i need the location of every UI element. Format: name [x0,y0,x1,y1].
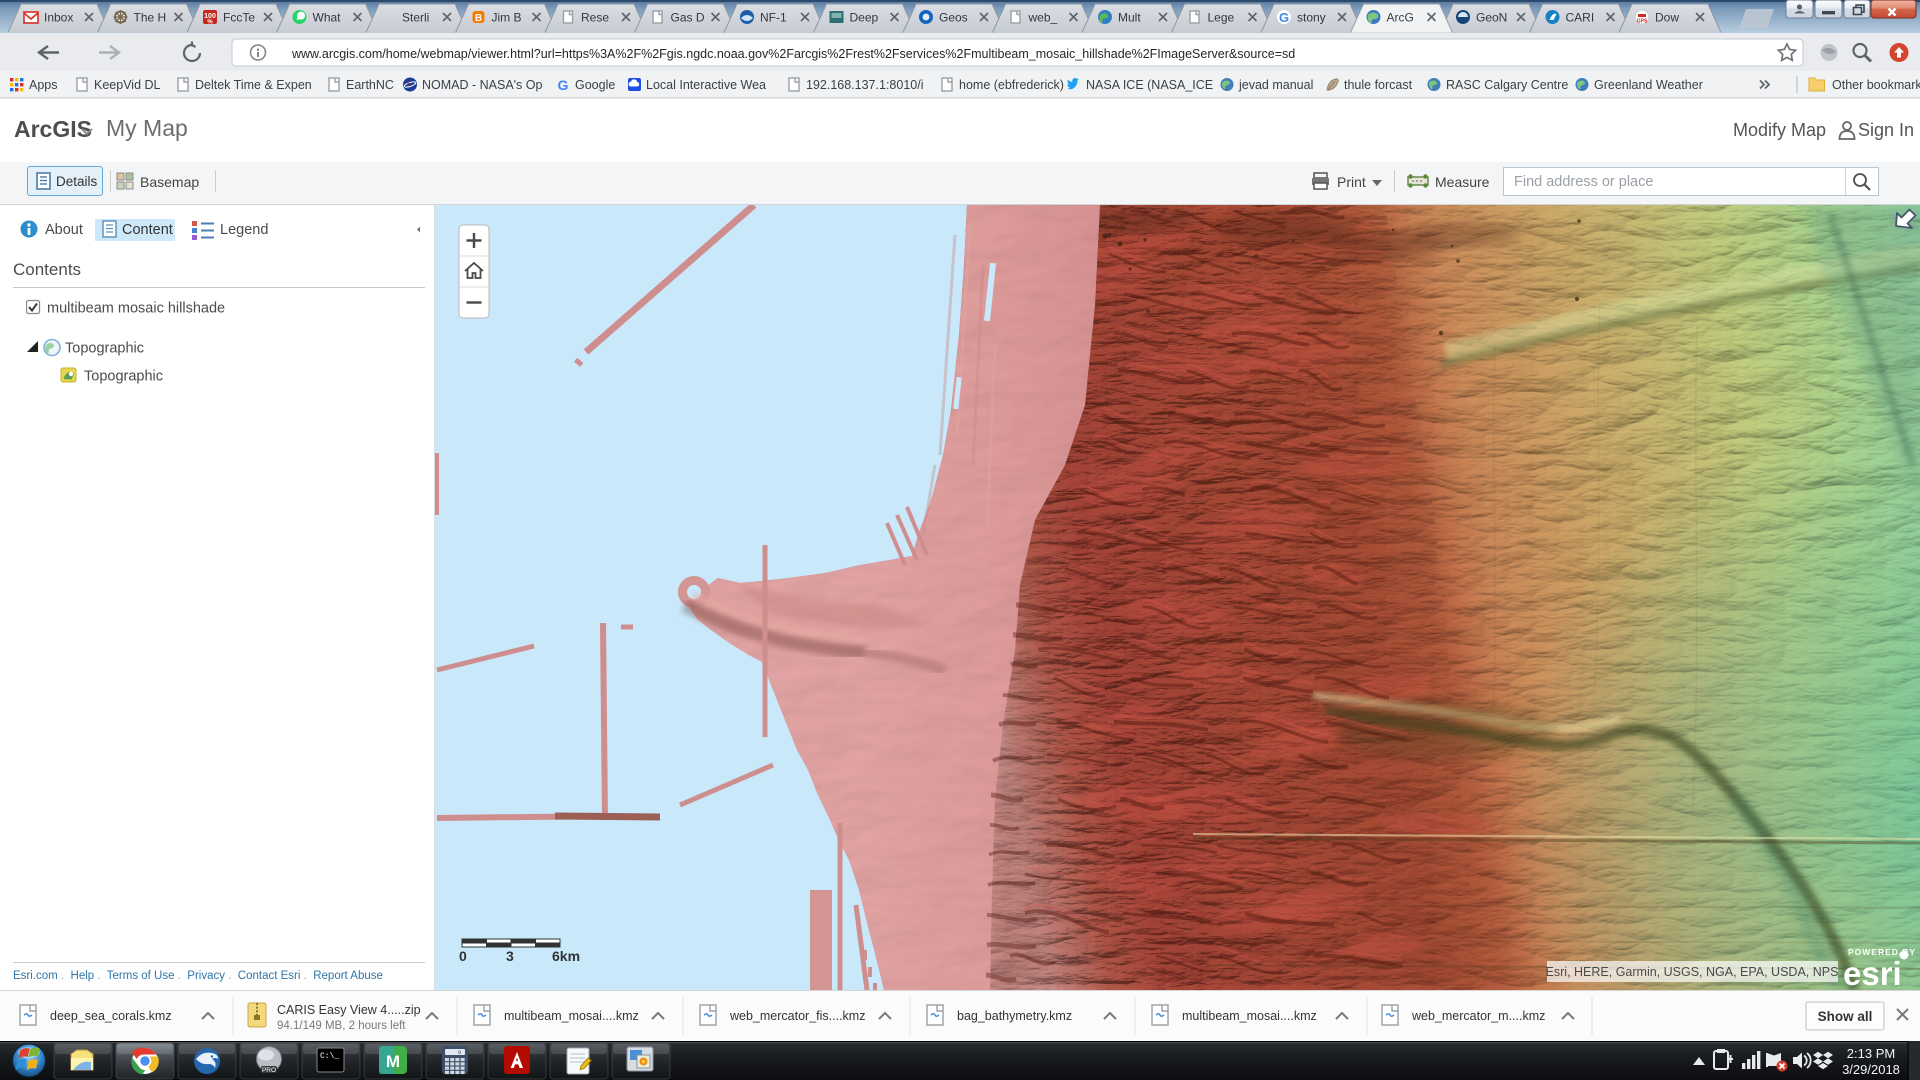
svg-text:Topographic: Topographic [84,369,163,385]
svg-text:Sterli: Sterli [402,11,429,25]
svg-text:thule forcast: thule forcast [1344,78,1413,92]
svg-text:0: 0 [459,948,467,964]
svg-text:192.168.137.1:8010/i: 192.168.137.1:8010/i [806,78,923,92]
svg-text:B: B [475,13,482,24]
svg-text:Lege: Lege [1208,11,1235,25]
svg-text:Inbox: Inbox [44,11,73,25]
svg-text:3: 3 [506,948,514,964]
svg-text:94.1/149 MB, 2 hours left: 94.1/149 MB, 2 hours left [277,1020,406,1032]
svg-text:6km: 6km [552,948,580,964]
svg-text:M: M [386,1052,400,1071]
svg-text:Legend: Legend [220,222,268,238]
svg-text:Topographic: Topographic [65,341,144,357]
svg-text:What: What [313,11,342,25]
svg-text:multibeam_mosai....kmz: multibeam_mosai....kmz [1182,1009,1317,1023]
svg-text:The H: The H [134,11,167,25]
svg-text:GeoN: GeoN [1476,11,1507,25]
svg-text:www.arcgis.com/home/webmap/vie: www.arcgis.com/home/webmap/viewer.html?u… [291,47,1295,61]
svg-text:NOMAD - NASA's Op: NOMAD - NASA's Op [422,78,543,92]
svg-text:web_mercator_fis....kmz: web_mercator_fis....kmz [729,1009,865,1023]
svg-text:multibeam mosaic hillshade: multibeam mosaic hillshade [47,301,225,317]
svg-text:bag_bathymetry.kmz: bag_bathymetry.kmz [957,1009,1072,1023]
svg-text:Local Interactive Wea: Local Interactive Wea [646,78,766,92]
svg-text:ArcG: ArcG [1387,11,1414,25]
svg-text:stony: stony [1297,11,1326,25]
svg-text:GPS: GPS [1637,19,1648,25]
svg-text:NF-1: NF-1 [760,11,787,25]
svg-text:Content: Content [122,222,173,238]
svg-text:jevad manual: jevad manual [1238,78,1313,92]
svg-text:CARI: CARI [1566,11,1595,25]
svg-text:Dow: Dow [1655,11,1679,25]
svg-text:FccTe: FccTe [223,11,255,25]
svg-text:About: About [45,222,83,238]
svg-text:Gas D: Gas D [671,11,705,25]
svg-text:Geos: Geos [939,11,968,25]
svg-text:PRO: PRO [262,1067,276,1074]
svg-text:EarthNC: EarthNC [346,78,394,92]
svg-text:Deep: Deep [850,11,879,25]
svg-text:CARIS Easy View 4.....zip: CARIS Easy View 4.....zip [277,1003,421,1017]
svg-text:NASA ICE (NASA_ICE: NASA ICE (NASA_ICE [1086,78,1213,92]
svg-text:G: G [558,77,569,93]
svg-text:G: G [1279,10,1289,25]
svg-text:0: 0 [458,1050,461,1056]
svg-text:3/29/2018: 3/29/2018 [1842,1062,1900,1077]
svg-text:Jim B: Jim B [492,11,522,25]
svg-text:multibeam_mosai....kmz: multibeam_mosai....kmz [504,1009,639,1023]
svg-text:%: % [207,20,213,26]
svg-text:Esri, HERE, Garmin, USGS, NGA,: Esri, HERE, Garmin, USGS, NGA, EPA, USDA… [1546,965,1839,979]
svg-text:web_mercator_m....kmz: web_mercator_m....kmz [1411,1009,1545,1023]
svg-text:Show all: Show all [1818,1009,1873,1024]
svg-text:Rese: Rese [581,11,609,25]
svg-text:Other bookmarks: Other bookmarks [1832,78,1920,92]
svg-text:web_: web_ [1028,11,1058,25]
svg-text:KeepVid DL: KeepVid DL [94,78,161,92]
svg-text:deep_sea_corals.kmz: deep_sea_corals.kmz [50,1009,172,1023]
svg-text:home (ebfrederick): home (ebfrederick) [959,78,1064,92]
svg-text:esri: esri [1843,955,1902,990]
svg-text:Apps: Apps [29,78,58,92]
svg-text:Greenland Weather: Greenland Weather [1594,78,1703,92]
svg-text:Google: Google [575,78,615,92]
svg-text:Mult: Mult [1118,11,1141,25]
svg-text:Deltek Time & Expen: Deltek Time & Expen [195,78,312,92]
svg-text:2:13 PM: 2:13 PM [1847,1046,1895,1061]
svg-text:C:\_: C:\_ [320,1052,339,1061]
svg-text:RASC Calgary Centre: RASC Calgary Centre [1446,78,1568,92]
